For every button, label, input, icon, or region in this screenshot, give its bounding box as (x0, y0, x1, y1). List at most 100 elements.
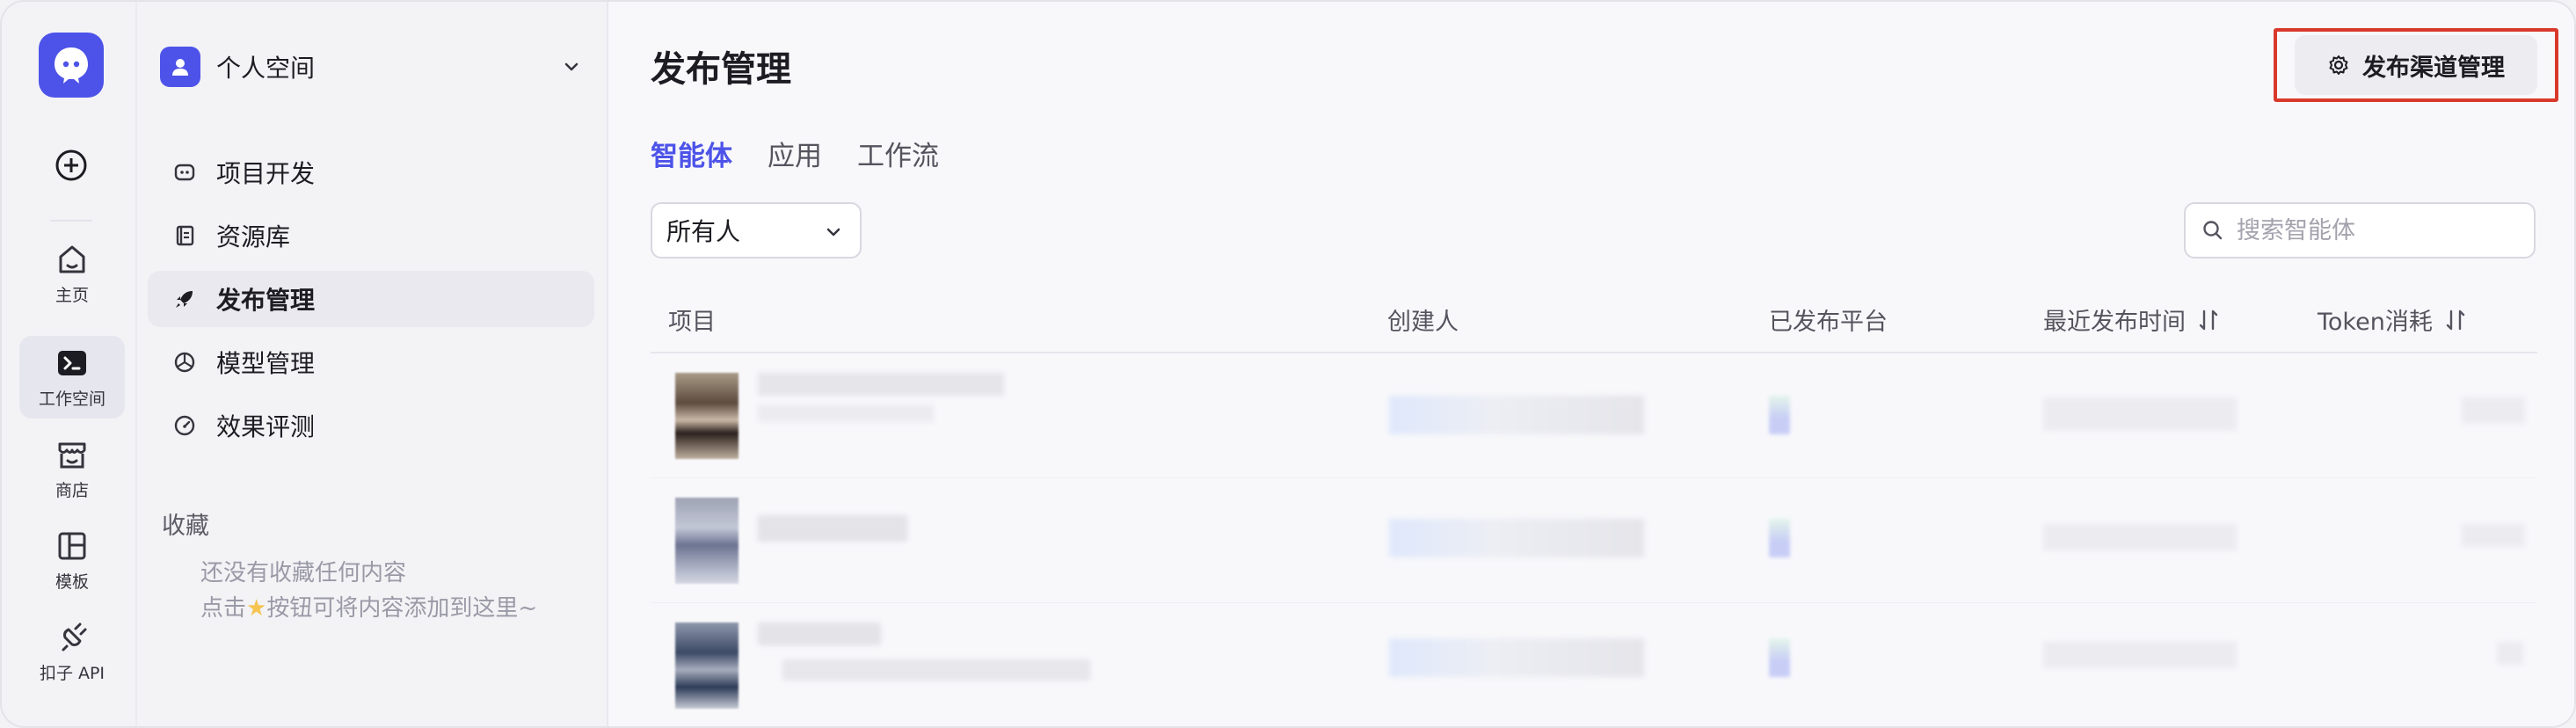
star-icon: ★ (246, 595, 267, 622)
app-logo[interactable] (39, 33, 104, 98)
redacted-badge (1769, 638, 1790, 677)
space-switcher[interactable]: 个人空间 (160, 46, 591, 88)
nav-item-model-management[interactable]: 模型管理 (148, 334, 594, 390)
redacted-text (2462, 524, 2525, 547)
library-icon (172, 223, 197, 248)
create-button[interactable] (53, 147, 90, 184)
page-title: 发布管理 (651, 49, 791, 90)
favorites-empty-text: 还没有收藏任何内容 点击★按钮可将内容添加到这里~ (200, 556, 537, 626)
redacted-text (1389, 519, 1644, 557)
rail-item-label: 工作空间 (38, 389, 106, 409)
redacted-text (2462, 397, 2525, 424)
favorites-empty-line2: 点击★按钮可将内容添加到这里~ (200, 591, 537, 626)
app-window: 主页 工作空间 商店 模板 扣子 API 个人空间 项目开发 资源库 发布管理 … (0, 0, 2576, 728)
owner-filter-value: 所有人 (666, 217, 741, 246)
redacted-badge (1769, 396, 1790, 434)
redacted-text (2497, 642, 2523, 665)
robot-icon (172, 160, 197, 185)
left-rail: 主页 工作空间 商店 模板 扣子 API (2, 2, 137, 726)
favorites-title: 收藏 (162, 513, 209, 540)
model-icon (172, 350, 197, 375)
redacted-text (782, 659, 1090, 681)
project-thumbnail (675, 622, 739, 709)
column-label: 项目 (668, 309, 716, 336)
redacted-text (758, 515, 907, 542)
gear-icon (2329, 55, 2348, 75)
user-icon (172, 59, 188, 76)
template-icon (58, 532, 86, 559)
main-content: 发布管理 发布渠道管理 智能体 应用 工作流 所有人 搜索智能体 项目 创建人 … (608, 2, 2574, 726)
search-icon (2203, 221, 2223, 240)
tab-agent[interactable]: 智能体 (651, 134, 732, 173)
redacted-text (2043, 524, 2237, 550)
favorites-empty-line1: 还没有收藏任何内容 (200, 560, 407, 586)
rail-item-label: 商店 (55, 480, 89, 500)
space-avatar (160, 47, 200, 87)
favorites-empty-line2-suffix: 按钮可将内容添加到这里~ (266, 595, 538, 622)
nav-item-label: 发布管理 (216, 286, 316, 315)
redacted-text (1389, 396, 1644, 434)
plus-circle-icon (55, 149, 87, 181)
rail-item-store[interactable]: 商店 (19, 427, 125, 510)
tab-workflow[interactable]: 工作流 (857, 134, 939, 173)
column-header-last-published[interactable]: 最近发布时间 (2043, 302, 2221, 337)
sort-icon[interactable] (2196, 308, 2221, 332)
terminal-icon (58, 350, 86, 375)
home-icon (59, 245, 85, 273)
redacted-text (758, 404, 934, 422)
rail-item-label: 扣子 API (39, 663, 106, 683)
redacted-text (758, 373, 1004, 396)
column-header-platforms: 已发布平台 (1769, 302, 1888, 337)
nav-item-label: 项目开发 (216, 159, 316, 188)
rail-item-label: 模板 (55, 571, 89, 592)
column-header-token-usage[interactable]: Token消耗 (2318, 302, 2468, 337)
publish-channel-management-button[interactable]: 发布渠道管理 (2295, 35, 2537, 95)
rail-item-template[interactable]: 模板 (19, 519, 125, 601)
api-plug-icon (62, 622, 87, 651)
favorites-empty-line2-prefix: 点击 (200, 595, 247, 622)
nav-item-label: 模型管理 (216, 349, 316, 378)
redacted-text (758, 622, 881, 645)
table-row[interactable] (651, 478, 2537, 603)
owner-filter-select[interactable]: 所有人 (651, 202, 862, 258)
redacted-badge (1769, 519, 1790, 557)
chevron-down-icon (564, 62, 579, 71)
search-box[interactable] (2184, 202, 2536, 258)
column-header-creator: 创建人 (1387, 302, 1459, 337)
rail-item-workspace[interactable]: 工作空间 (19, 336, 125, 419)
chevron-down-icon (826, 228, 840, 237)
nav-item-library[interactable]: 资源库 (148, 207, 594, 264)
type-tabs: 智能体 应用 工作流 (651, 134, 939, 173)
store-icon (58, 442, 86, 468)
rail-item-home[interactable]: 主页 (19, 232, 125, 315)
tab-app[interactable]: 应用 (768, 134, 822, 173)
rail-item-label: 主页 (55, 285, 89, 305)
search-input[interactable] (2237, 216, 2518, 244)
redacted-text (2043, 642, 2237, 668)
project-thumbnail (675, 498, 739, 584)
space-name: 个人空间 (216, 54, 316, 83)
column-label: 创建人 (1387, 309, 1459, 336)
publish-channel-management-label: 发布渠道管理 (2362, 54, 2505, 82)
table-header: 项目 创建人 已发布平台 最近发布时间 Token消耗 (651, 285, 2537, 353)
nav-item-label: 效果评测 (216, 412, 316, 441)
nav-item-publish-management[interactable]: 发布管理 (148, 271, 594, 327)
project-thumbnail (675, 373, 739, 459)
nav-item-evaluation[interactable]: 效果评测 (148, 397, 594, 454)
rocket-icon (172, 287, 197, 311)
table-row[interactable] (651, 353, 2537, 478)
column-label: Token消耗 (2318, 309, 2433, 336)
rail-item-api[interactable]: 扣子 API (19, 610, 125, 693)
table-row[interactable] (651, 603, 2537, 726)
redacted-text (2043, 397, 2237, 431)
column-label: 已发布平台 (1769, 309, 1888, 336)
sort-icon[interactable] (2443, 308, 2468, 332)
redacted-text (1389, 638, 1644, 677)
column-header-project: 项目 (668, 302, 716, 337)
nav-item-project-dev[interactable]: 项目开发 (148, 144, 594, 200)
gauge-icon (172, 413, 197, 438)
nav-item-label: 资源库 (216, 222, 291, 251)
publish-table: 项目 创建人 已发布平台 最近发布时间 Token消耗 (651, 285, 2537, 726)
mascot-icon (55, 47, 88, 84)
column-label: 最近发布时间 (2043, 309, 2186, 336)
